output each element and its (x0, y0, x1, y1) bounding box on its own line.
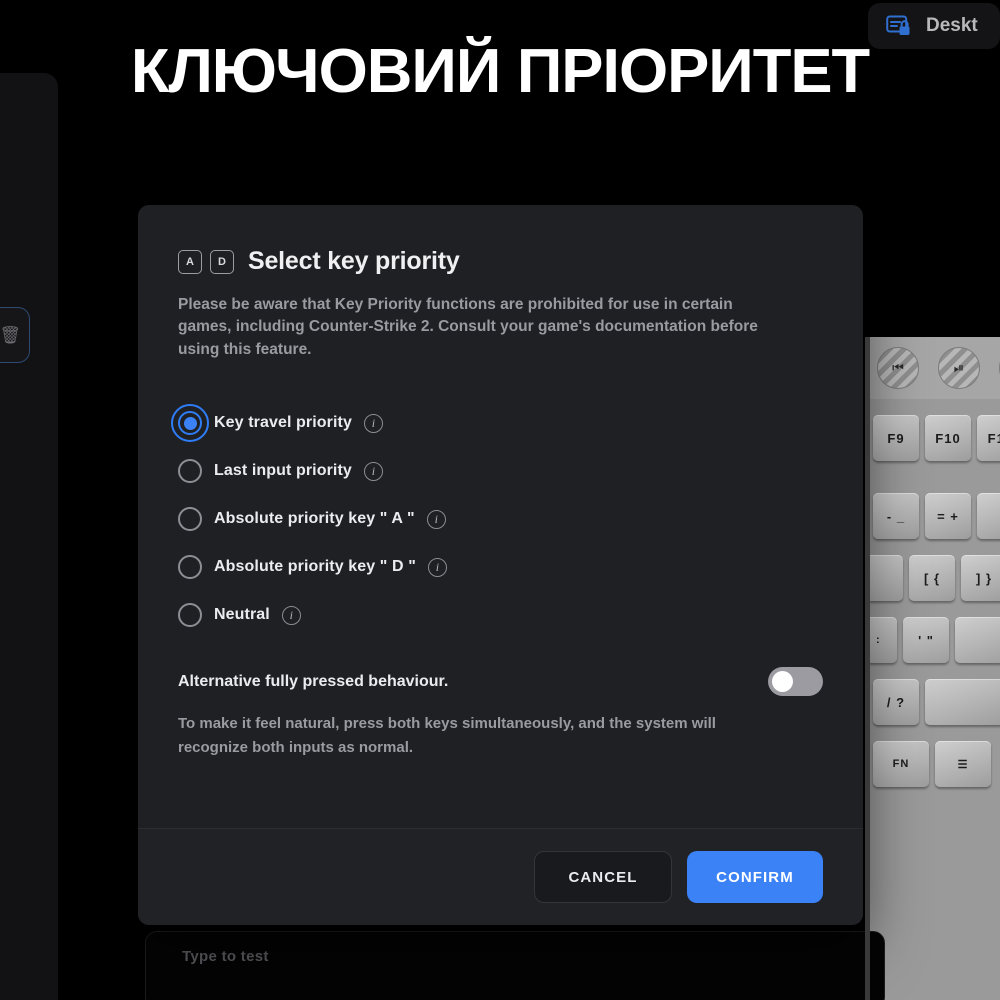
key-bracket-right: ] } (961, 555, 1000, 601)
key-slash: / ? (873, 679, 919, 725)
radio-option-absolute-priority-key-d[interactable]: Absolute priority key " D " i (178, 543, 447, 591)
key-priority-dialog: A D Select key priority Please be aware … (138, 205, 863, 925)
alternative-behaviour-header: Alternative fully pressed behaviour. (178, 667, 823, 697)
radio-mark[interactable] (178, 555, 202, 580)
toggle-knob (772, 671, 793, 693)
key-f9: F9 (873, 415, 919, 461)
key-shift-right (925, 679, 1000, 725)
keycap-badge-a: A (178, 249, 202, 274)
alternative-behaviour-section: Alternative fully pressed behaviour. To … (178, 667, 823, 759)
key-p (865, 555, 903, 601)
key-backspace (977, 493, 1000, 539)
radio-label-key-travel-priority: Key travel priority (214, 414, 352, 432)
type-to-test-input[interactable]: Type to test (145, 931, 885, 1000)
media-key-prev: ⏮ (877, 347, 919, 389)
keyboard-left-edge (865, 337, 870, 1000)
radio-label-absolute-priority-key-d: Absolute priority key " D " (214, 558, 416, 576)
key-f11: F11 (977, 415, 1000, 461)
keyboard-image: ⏮ ⏯ ⏭ F9 F10 F11 - _ = + [ { ] } ; : ' "… (865, 337, 1000, 1000)
radio-mark[interactable] (178, 459, 202, 484)
radio-label-absolute-priority-key-a: Absolute priority key " A " (214, 510, 415, 528)
dialog-header: A D Select key priority (178, 247, 823, 276)
radio-mark-selected[interactable] (171, 404, 209, 443)
trash-icon: 🗑 (0, 325, 21, 345)
delete-tile-button[interactable]: 🗑 (0, 307, 30, 363)
keyboard-keys-area: F9 F10 F11 - _ = + [ { ] } ; : ' " / ? F… (865, 399, 1000, 1000)
key-bracket-left: [ { (909, 555, 955, 601)
media-key-playpause: ⏯ (938, 347, 980, 389)
keyboard-media-strip: ⏮ ⏯ ⏭ (865, 337, 1000, 399)
priority-radio-group: Key travel priority i Last input priorit… (171, 399, 823, 639)
info-icon[interactable]: i (427, 557, 447, 577)
alternative-behaviour-toggle[interactable] (768, 667, 823, 697)
confirm-button[interactable]: CONFIRM (687, 851, 823, 903)
alternative-behaviour-title: Alternative fully pressed behaviour. (178, 672, 449, 690)
radio-option-key-travel-priority[interactable]: Key travel priority i (171, 399, 383, 447)
type-to-test-placeholder: Type to test (182, 948, 269, 965)
page-title: КЛЮЧОВИЙ ПРІОРИТЕТ (130, 37, 870, 106)
key-equals: = + (925, 493, 971, 539)
radio-label-last-input-priority: Last input priority (214, 462, 352, 480)
radio-mark[interactable] (178, 507, 202, 532)
keycap-badge-d: D (210, 249, 234, 274)
radio-focus-ring (171, 404, 209, 443)
info-icon[interactable]: i (363, 413, 383, 433)
info-icon[interactable]: i (426, 509, 446, 529)
radio-option-neutral[interactable]: Neutral i (178, 591, 301, 639)
info-icon[interactable]: i (281, 605, 301, 625)
dialog-description: Please be aware that Key Priority functi… (178, 296, 758, 358)
key-enter (955, 617, 1000, 663)
radio-option-absolute-priority-key-a[interactable]: Absolute priority key " A " i (178, 495, 446, 543)
card-lock-icon (886, 15, 910, 35)
key-f10: F10 (925, 415, 971, 461)
key-minus: - _ (873, 493, 919, 539)
alternative-behaviour-description: To make it feel natural, press both keys… (178, 715, 716, 756)
dialog-body: A D Select key priority Please be aware … (138, 205, 863, 759)
radio-mark[interactable] (178, 603, 202, 628)
dialog-footer: CANCEL CONFIRM (138, 829, 863, 925)
key-quote: ' " (903, 617, 949, 663)
desktop-mode-label: Deskt (926, 15, 978, 36)
left-sidebar-panel (0, 73, 58, 1000)
radio-label-neutral: Neutral (214, 606, 270, 624)
key-menu: ☰ (935, 741, 991, 787)
dialog-title: Select key priority (248, 247, 460, 275)
info-icon[interactable]: i (363, 461, 383, 481)
key-fn: FN (873, 741, 929, 787)
cancel-button[interactable]: CANCEL (534, 851, 672, 903)
radio-option-last-input-priority[interactable]: Last input priority i (178, 447, 383, 495)
